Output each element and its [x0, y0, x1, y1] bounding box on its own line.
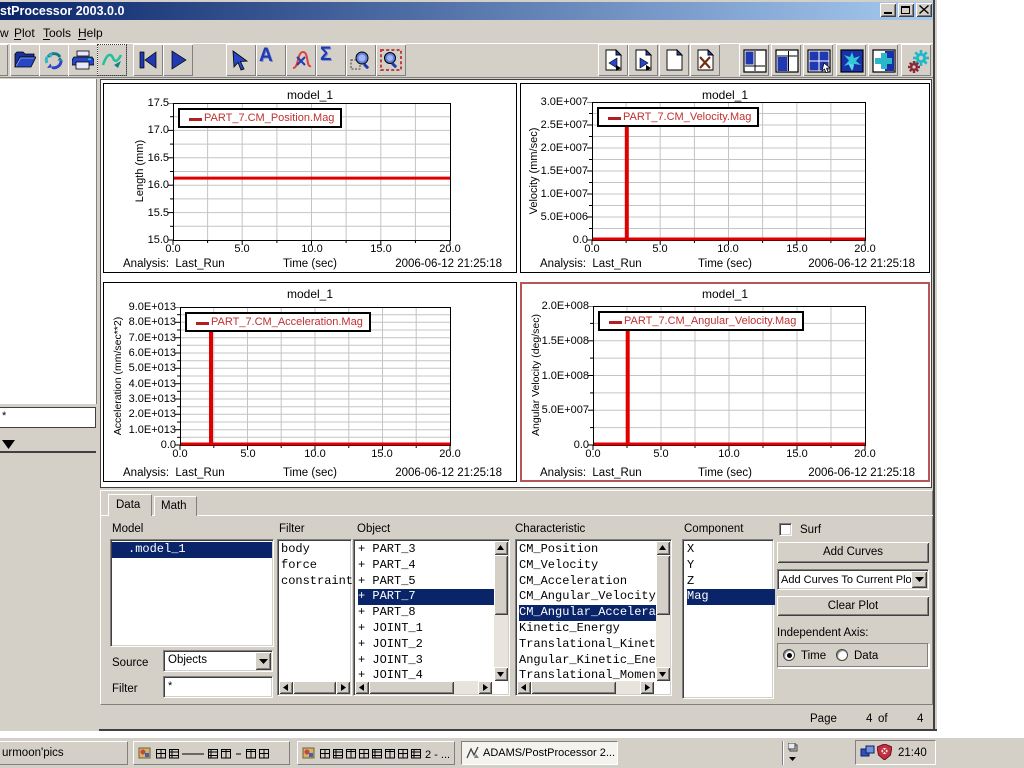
- svg-text:2 - ...: 2 - ...: [425, 749, 450, 760]
